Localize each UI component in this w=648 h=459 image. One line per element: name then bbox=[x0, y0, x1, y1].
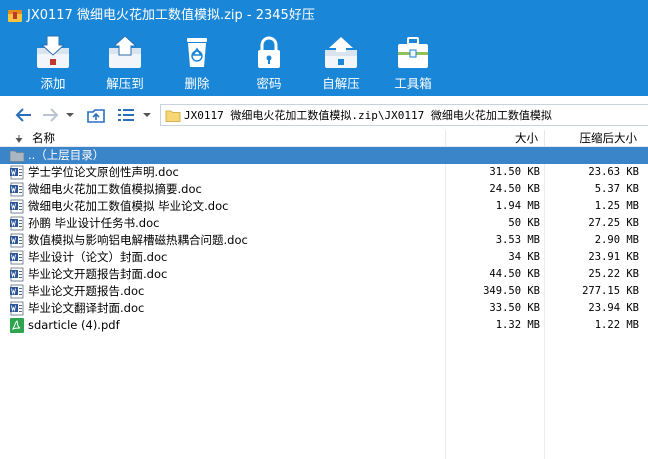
sort-arrow-icon bbox=[15, 135, 23, 143]
file-name: 微细电火花加工数值模拟摘要.doc bbox=[28, 182, 202, 196]
file-row[interactable]: 微细电火花加工数值模拟 毕业论文.doc 1.94 MB 1.25 MB bbox=[0, 198, 648, 215]
file-name: 毕业论文开题报告封面.doc bbox=[28, 267, 168, 281]
file-compressed-size: 1.22 MB bbox=[594, 319, 639, 331]
toolbox-button[interactable]: 工具箱 bbox=[382, 32, 444, 96]
folder-icon bbox=[9, 150, 25, 162]
delete-button[interactable]: 删除 bbox=[166, 32, 228, 96]
file-size: 50 KB bbox=[508, 217, 540, 229]
file-name: 学士学位论文原创性声明.doc bbox=[28, 165, 179, 179]
folder-up-icon bbox=[87, 109, 105, 123]
view-mode-dropdown[interactable] bbox=[142, 105, 152, 125]
column-header: 名称 大小 压缩后大小 bbox=[0, 130, 648, 147]
parent-directory-row[interactable]: ..（上层目录） bbox=[0, 147, 648, 164]
file-size: 1.32 MB bbox=[495, 319, 540, 331]
file-row[interactable]: 微细电火花加工数值模拟摘要.doc 24.50 KB 5.37 KB bbox=[0, 181, 648, 198]
forward-button[interactable] bbox=[40, 105, 60, 125]
file-size: 1.94 MB bbox=[495, 200, 540, 212]
file-compressed-size: 27.25 KB bbox=[588, 217, 639, 229]
word-document-icon bbox=[10, 165, 24, 180]
file-compressed-size: 5.37 KB bbox=[594, 183, 639, 195]
word-document-icon bbox=[10, 216, 24, 231]
file-name: sdarticle (4).pdf bbox=[28, 318, 120, 332]
address-bar[interactable]: JX0117 微细电火花加工数值模拟.zip\JX0117 微细电火花加工数值模… bbox=[160, 104, 648, 126]
add-archive-icon bbox=[37, 35, 69, 68]
file-list: ..（上层目录） 学士学位论文原创性声明.doc 31.50 KB 23.63 KB… bbox=[0, 147, 648, 459]
pdf-document-icon bbox=[10, 318, 24, 333]
file-size: 24.50 KB bbox=[489, 183, 540, 195]
word-document-icon bbox=[10, 267, 24, 282]
window-title: JX0117 微细电火花加工数值模拟.zip - 2345好压 bbox=[27, 8, 315, 23]
back-arrow-icon bbox=[15, 108, 31, 122]
file-row[interactable]: 学士学位论文原创性声明.doc 31.50 KB 23.63 KB bbox=[0, 164, 648, 181]
folder-icon bbox=[165, 110, 181, 122]
word-document-icon bbox=[10, 284, 24, 299]
file-size: 33.50 KB bbox=[489, 302, 540, 314]
extract-to-button[interactable]: 解压到 bbox=[94, 32, 156, 96]
file-name: 微细电火花加工数值模拟 毕业论文.doc bbox=[28, 199, 229, 213]
toolbox-icon bbox=[398, 37, 428, 68]
file-name: 孙鹏 毕业设计任务书.doc bbox=[28, 216, 160, 230]
file-size: 44.50 KB bbox=[489, 268, 540, 280]
lock-icon bbox=[258, 36, 280, 68]
file-compressed-size: 23.94 KB bbox=[588, 302, 639, 314]
file-name: 毕业论文翻译封面.doc bbox=[28, 301, 145, 315]
self-extract-icon bbox=[325, 37, 357, 68]
add-button[interactable]: 添加 bbox=[22, 32, 84, 96]
chevron-down-icon bbox=[66, 113, 74, 117]
toolbar: 添加 解压到 删除 密码 自解压 工具箱 bbox=[0, 32, 648, 96]
file-size: 3.53 MB bbox=[495, 234, 540, 246]
history-dropdown[interactable] bbox=[65, 105, 75, 125]
word-document-icon bbox=[10, 199, 24, 214]
file-row[interactable]: 毕业设计（论文）封面.doc 34 KB 23.91 KB bbox=[0, 249, 648, 266]
extract-to-icon bbox=[109, 35, 141, 68]
word-document-icon bbox=[10, 250, 24, 265]
file-row[interactable]: 数值模拟与影响铝电解槽磁热耦合问题.doc 3.53 MB 2.90 MB bbox=[0, 232, 648, 249]
list-view-icon bbox=[118, 109, 134, 121]
word-document-icon bbox=[10, 301, 24, 316]
file-row[interactable]: 毕业论文翻译封面.doc 33.50 KB 23.94 KB bbox=[0, 300, 648, 317]
navigation-bar: JX0117 微细电火花加工数值模拟.zip\JX0117 微细电火花加工数值模… bbox=[0, 99, 648, 131]
file-row[interactable]: 毕业论文开题报告封面.doc 44.50 KB 25.22 KB bbox=[0, 266, 648, 283]
file-name: 毕业论文开题报告.doc bbox=[28, 284, 145, 298]
file-compressed-size: 1.25 MB bbox=[594, 200, 639, 212]
title-bar: JX0117 微细电火花加工数值模拟.zip - 2345好压 bbox=[0, 0, 648, 32]
self-extract-button[interactable]: 自解压 bbox=[310, 32, 372, 96]
word-document-icon bbox=[10, 182, 24, 197]
file-compressed-size: 23.63 KB bbox=[588, 166, 639, 178]
view-mode-button[interactable] bbox=[116, 105, 136, 125]
file-name: 毕业设计（论文）封面.doc bbox=[28, 250, 168, 264]
file-size: 31.50 KB bbox=[489, 166, 540, 178]
file-compressed-size: 277.15 KB bbox=[582, 285, 639, 297]
up-folder-button[interactable] bbox=[86, 105, 106, 125]
recycle-bin-icon bbox=[187, 38, 207, 67]
file-name: 数值模拟与影响铝电解槽磁热耦合问题.doc bbox=[28, 233, 248, 247]
address-path: JX0117 微细电火花加工数值模拟.zip\JX0117 微细电火花加工数值模… bbox=[184, 109, 552, 122]
column-name[interactable]: 名称 bbox=[32, 130, 55, 147]
file-compressed-size: 2.90 MB bbox=[594, 234, 639, 246]
file-row[interactable]: 孙鹏 毕业设计任务书.doc 50 KB 27.25 KB bbox=[0, 215, 648, 232]
file-row[interactable]: sdarticle (4).pdf 1.32 MB 1.22 MB bbox=[0, 317, 648, 334]
file-row[interactable]: 毕业论文开题报告.doc 349.50 KB 277.15 KB bbox=[0, 283, 648, 300]
word-document-icon bbox=[10, 233, 24, 248]
app-icon bbox=[8, 10, 22, 22]
back-button[interactable] bbox=[14, 105, 34, 125]
forward-arrow-icon bbox=[43, 108, 59, 122]
file-size: 349.50 KB bbox=[483, 285, 540, 297]
chevron-down-icon bbox=[143, 113, 151, 117]
column-size[interactable]: 大小 bbox=[446, 130, 538, 147]
file-compressed-size: 23.91 KB bbox=[588, 251, 639, 263]
column-compressed-size[interactable]: 压缩后大小 bbox=[545, 130, 638, 147]
file-size: 34 KB bbox=[508, 251, 540, 263]
file-compressed-size: 25.22 KB bbox=[588, 268, 639, 280]
password-button[interactable]: 密码 bbox=[238, 32, 300, 96]
